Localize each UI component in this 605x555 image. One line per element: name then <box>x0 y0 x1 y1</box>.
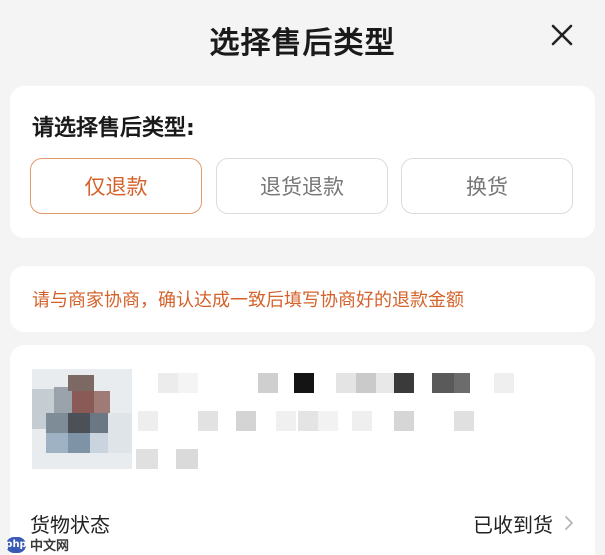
watermark: php 中文网 <box>5 535 70 554</box>
header-bar: 选择售后类型 <box>0 0 605 80</box>
page-title: 选择售后类型 <box>209 26 396 61</box>
close-icon[interactable] <box>547 20 577 50</box>
option-return-refund-button[interactable]: 退货退款 <box>216 158 388 214</box>
product-card: 货物状态 已收到货 <box>10 345 595 555</box>
product-thumbnail <box>32 369 132 469</box>
php-logo: php <box>5 536 27 553</box>
goods-status-label: 货物状态 <box>30 512 110 537</box>
option-refund-only-button[interactable]: 仅退款 <box>30 158 202 214</box>
chevron-right-icon <box>565 516 573 530</box>
watermark-text: 中文网 <box>30 539 70 554</box>
goods-status-row[interactable]: 货物状态 已收到货 <box>10 503 595 543</box>
notice-text: 请与商家协商，确认达成一致后填写协商好的退款金额 <box>32 290 464 311</box>
type-heading: 请选择售后类型: <box>32 116 195 141</box>
type-card: 请选择售后类型: 仅退款 退货退款 换货 <box>10 86 595 238</box>
goods-status-value: 已收到货 <box>473 512 553 537</box>
notice-card: 请与商家协商，确认达成一致后填写协商好的退款金额 <box>10 266 595 332</box>
option-exchange-button[interactable]: 换货 <box>401 158 573 214</box>
